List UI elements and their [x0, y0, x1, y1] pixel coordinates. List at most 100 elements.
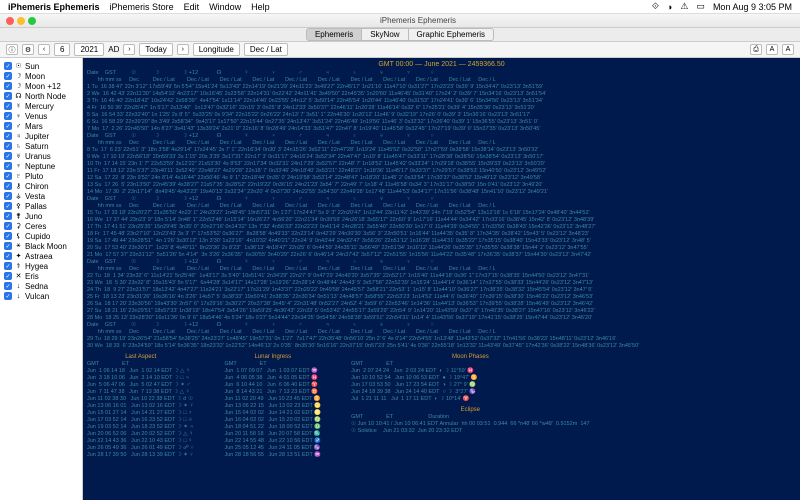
checkbox[interactable]: ✓: [4, 282, 12, 290]
checkbox[interactable]: ✓: [4, 162, 12, 170]
minimize-window[interactable]: [17, 17, 25, 25]
sidebar-item[interactable]: ✓☊North Node: [4, 91, 78, 101]
body-symbol: ♄: [15, 143, 22, 150]
sidebar-item[interactable]: ✓♄Saturn: [4, 141, 78, 151]
sidebar-item[interactable]: ✓↓Vulcan: [4, 291, 78, 301]
body-label: Mercury: [25, 102, 54, 111]
sidebar-item[interactable]: ✓☽Moon +12: [4, 81, 78, 91]
body-label: Vulcan: [25, 292, 49, 301]
clock[interactable]: Mon Aug 9 3:05 PM: [713, 2, 792, 12]
checkbox[interactable]: ✓: [4, 212, 12, 220]
checkbox[interactable]: ✓: [4, 182, 12, 190]
last-aspect: Last AspectGMT ETJun 1 06 14 18 Jun 1 02…: [87, 354, 194, 459]
wifi-icon[interactable]: ⚠: [680, 1, 688, 12]
sidebar-item[interactable]: ✓☿Mercury: [4, 101, 78, 111]
dropbox-icon[interactable]: ⟐: [652, 1, 659, 12]
next-button[interactable]: ›: [177, 44, 189, 55]
checkbox[interactable]: ✓: [4, 142, 12, 150]
data-row: 16 We 17 37 44' 23n23' 9" 18n 5'14' 3n48…: [87, 217, 796, 224]
sidebar-item[interactable]: ✓⚷Chiron: [4, 181, 78, 191]
solstice: ☉ Solstice Jun 21 03:32 Jun 20 23:32 EDT: [351, 428, 589, 435]
checkbox[interactable]: ✓: [4, 252, 12, 260]
checkbox[interactable]: ✓: [4, 222, 12, 230]
menu-edit[interactable]: Edit: [184, 2, 200, 12]
menu-store[interactable]: iPhemeris Store: [110, 2, 174, 12]
checkbox[interactable]: ✓: [4, 242, 12, 250]
prev-month[interactable]: ‹: [38, 44, 50, 55]
next-month[interactable]: ›: [123, 44, 135, 55]
data-row: 23 We 18 5 30' 23n32' 8" 15s15'43' 5n 5'…: [87, 280, 796, 287]
sidebar-item[interactable]: ✓♆Neptune: [4, 161, 78, 171]
sidebar-item[interactable]: ✓⚶Vesta: [4, 191, 78, 201]
sidebar-item[interactable]: ✓☽Moon: [4, 71, 78, 81]
mode-longitude[interactable]: Longitude: [193, 43, 240, 56]
font-small[interactable]: A: [766, 44, 778, 55]
info-row: Jun 22 14 43 36 Jun 22 10 43 EDT ☽ □ ☿: [87, 438, 194, 445]
info-row: Jun 7 11 47 38 Jun 7 13 38 EDT ☽ △ ☿: [87, 389, 194, 396]
print-icon[interactable]: ⎙: [750, 44, 762, 55]
gear-icon[interactable]: ⚙: [22, 44, 34, 55]
menu-window[interactable]: Window: [209, 2, 241, 12]
sidebar-item[interactable]: ✓⚸Cupido: [4, 231, 78, 241]
sidebar-item[interactable]: ✓✕Eris: [4, 271, 78, 281]
sidebar-item[interactable]: ✓⚳Ceres: [4, 221, 78, 231]
body-symbol: ☿: [15, 103, 22, 110]
maximize-window[interactable]: [28, 17, 36, 25]
checkbox[interactable]: ✓: [4, 262, 12, 270]
mode-declat[interactable]: Dec / Lat: [244, 43, 288, 56]
user-icon[interactable]: ◑: [667, 2, 672, 12]
sidebar-item[interactable]: ✓♀Venus: [4, 111, 78, 121]
sidebar-item[interactable]: ✓⚕Hygea: [4, 261, 78, 271]
body-label: Juno: [25, 212, 42, 221]
sidebar-item[interactable]: ✓♅Uranus: [4, 151, 78, 161]
info-row: GMT ET Duration: [351, 414, 589, 421]
sidebar-item[interactable]: ✓↓Sedna: [4, 281, 78, 291]
checkbox[interactable]: ✓: [4, 202, 12, 210]
checkbox[interactable]: ✓: [4, 172, 12, 180]
checkbox[interactable]: ✓: [4, 132, 12, 140]
tab-graphic[interactable]: Graphic Ephemeris: [409, 28, 494, 41]
checkbox[interactable]: ✓: [4, 192, 12, 200]
checkbox[interactable]: ✓: [4, 112, 12, 120]
font-large[interactable]: A: [782, 44, 794, 55]
table-title: GMT 00:00 — June 2021 — 2459366.50: [87, 61, 796, 68]
checkbox[interactable]: ✓: [4, 122, 12, 130]
checkbox[interactable]: ✓: [4, 62, 12, 70]
checkbox[interactable]: ✓: [4, 72, 12, 80]
sidebar-item[interactable]: ✓♂Mars: [4, 121, 78, 131]
info-button[interactable]: ⓘ: [6, 44, 18, 55]
checkbox[interactable]: ✓: [4, 82, 12, 90]
tab-ephemeris[interactable]: Ephemeris: [306, 28, 362, 41]
body-label: Hygea: [25, 262, 48, 271]
data-row: 8 Tu 17 6 23' 22n51' 3" 18n 3'58' 4s29'1…: [87, 147, 796, 154]
close-window[interactable]: [6, 17, 14, 25]
info-row: Jun 13 06 16 01 Jun 13 02 16 EDT ☽ ✶ ☿: [87, 403, 194, 410]
tab-skynow[interactable]: SkyNow: [362, 28, 408, 41]
toolbar: ⓘ ⚙ ‹ 6 2021 AD › Today › Longitude Dec …: [0, 42, 800, 58]
sidebar-item[interactable]: ✓☉Sun: [4, 61, 78, 71]
battery-icon[interactable]: ▭: [696, 1, 705, 12]
year-field[interactable]: 2021: [74, 43, 104, 56]
menu-help[interactable]: Help: [251, 2, 270, 12]
checkbox[interactable]: ✓: [4, 92, 12, 100]
info-row: Jun 15 01 27 14 Jun 14 21 27 EDT ☽ □ ♆: [87, 410, 194, 417]
sidebar-item[interactable]: ✓♃Jupiter: [4, 131, 78, 141]
body-symbol: ♅: [15, 153, 22, 160]
sidebar-item[interactable]: ✓⚹Black Moon: [4, 241, 78, 251]
checkbox[interactable]: ✓: [4, 272, 12, 280]
checkbox[interactable]: ✓: [4, 102, 12, 110]
body-label: Pluto: [25, 172, 43, 181]
lunar-ingress: Lunar IngressGMT ETJun 1 07 09 07 Jun 1 …: [224, 354, 321, 459]
sidebar-item[interactable]: ✓✦Astraea: [4, 251, 78, 261]
checkbox[interactable]: ✓: [4, 292, 12, 300]
checkbox[interactable]: ✓: [4, 152, 12, 160]
sidebar-item[interactable]: ✓♇Pluto: [4, 171, 78, 181]
body-label: North Node: [25, 92, 66, 101]
app-name[interactable]: iPhemeris Ephemeris: [8, 2, 100, 12]
checkbox[interactable]: ✓: [4, 232, 12, 240]
sidebar-item[interactable]: ✓⚴Pallas: [4, 201, 78, 211]
today-button[interactable]: Today: [139, 43, 172, 56]
titlebar: iPhemeris Ephemeris: [0, 14, 800, 28]
sidebar-item[interactable]: ✓⚵Juno: [4, 211, 78, 221]
month-field[interactable]: 6: [54, 43, 70, 56]
